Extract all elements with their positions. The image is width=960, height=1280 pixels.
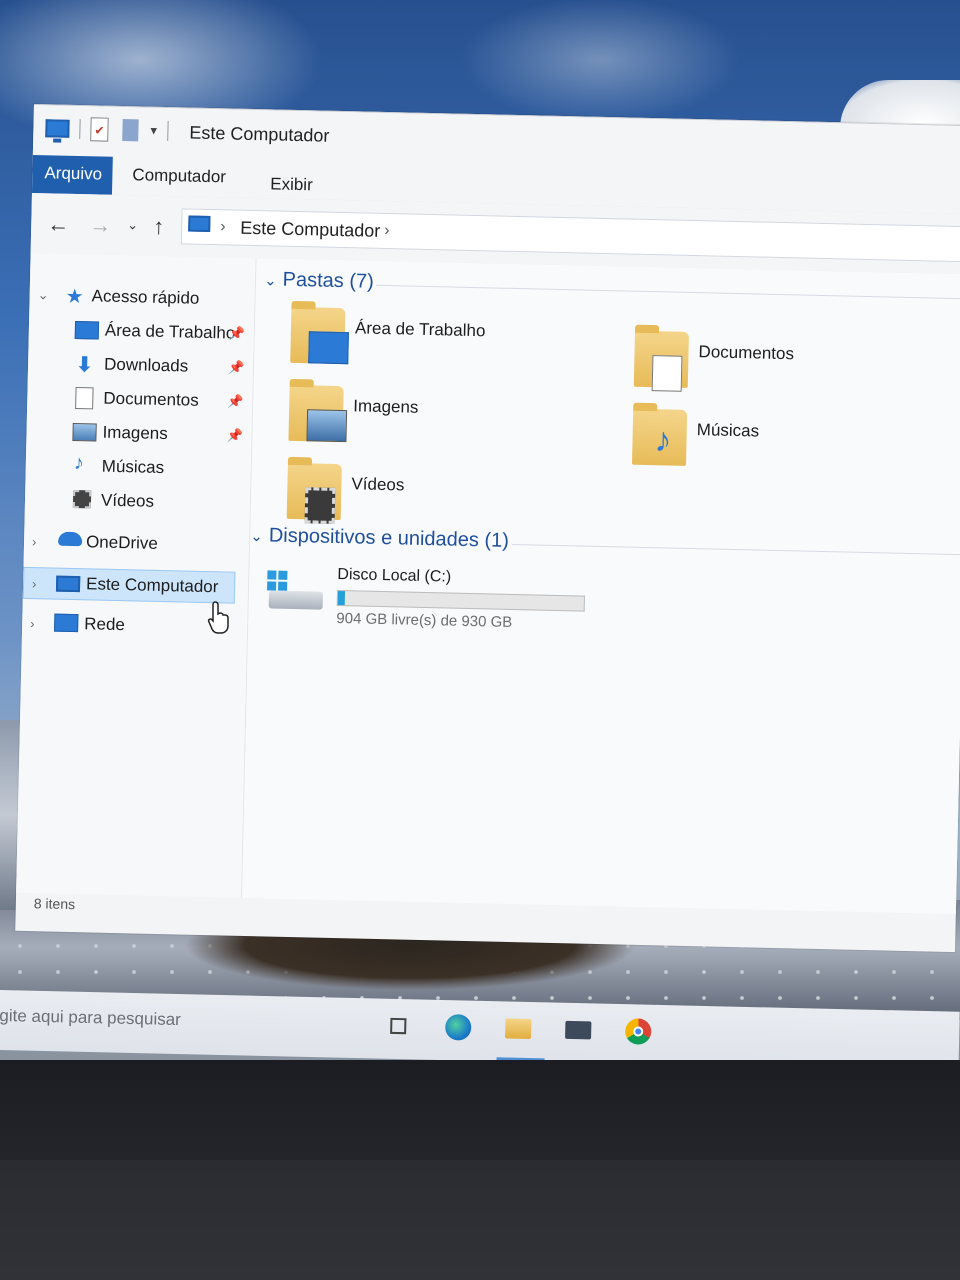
download-icon: ⬇ (75, 354, 94, 377)
back-arrow-icon[interactable]: ← (47, 211, 70, 237)
folder-name: Imagens (353, 396, 419, 417)
mail-icon[interactable] (563, 1015, 594, 1046)
tab-arquivo[interactable]: Arquivo (31, 154, 113, 195)
window-title: Este Computador (189, 122, 330, 146)
folder-area-de-trabalho[interactable]: Área de Trabalho (290, 306, 592, 384)
folder-imagens[interactable]: Imagens (288, 384, 590, 462)
drive-usage-fill (337, 591, 345, 606)
nav-videos[interactable]: Vídeos (25, 483, 251, 520)
cloud-icon (57, 531, 83, 547)
folders-group-header[interactable]: ⌄ Pastas (7) (264, 268, 374, 293)
toolbar-divider (79, 119, 81, 140)
file-explorer-window: ✔ ▾ Este Computador Arquivo Computador E… (15, 104, 960, 953)
nav-label: Acesso rápido (91, 286, 200, 308)
recent-locations-chevron-icon[interactable]: ⌄ (127, 217, 138, 233)
nav-label: OneDrive (85, 532, 159, 553)
breadcrumb-chevron-icon[interactable]: › (384, 222, 390, 240)
nav-label: Área de Trabalho (104, 320, 236, 343)
properties-icon[interactable]: ✔ (90, 117, 109, 142)
star-icon: ★ (65, 285, 84, 309)
nav-label: Músicas (101, 456, 165, 478)
computer-icon (45, 119, 70, 143)
task-view-icon[interactable] (383, 1011, 414, 1042)
edge-icon[interactable] (443, 1012, 474, 1043)
file-explorer-icon[interactable] (503, 1013, 534, 1044)
nav-label: Vídeos (100, 490, 155, 511)
status-item-count: 8 itens (33, 895, 76, 913)
music-icon: ♪ (73, 451, 85, 475)
nav-imagens[interactable]: Imagens 📌 (26, 415, 252, 452)
computer-icon (188, 215, 211, 233)
music-folder-icon: ♪ (654, 421, 672, 460)
new-folder-icon[interactable] (122, 119, 139, 142)
pin-icon[interactable]: 📌 (228, 359, 245, 375)
address-bar[interactable]: › Este Computador › (180, 208, 960, 263)
toolbar-divider (166, 121, 169, 142)
nav-area-de-trabalho[interactable]: Área de Trabalho 📌 (29, 313, 255, 350)
group-title: Pastas (7) (282, 268, 375, 293)
nav-acesso-rapido[interactable]: ⌄ ★ Acesso rápido (29, 279, 255, 316)
monitor-bezel (0, 1060, 960, 1280)
folder-musicas[interactable]: ♪ Músicas (631, 408, 934, 486)
nav-label: Documentos (103, 388, 199, 410)
network-icon (54, 613, 79, 633)
windows-logo-icon (267, 570, 288, 591)
monitor-base (0, 1160, 960, 1280)
customize-toolbar-icon[interactable]: ▾ (150, 123, 157, 139)
collapse-chevron-icon[interactable]: ⌄ (37, 287, 49, 303)
nav-label: Imagens (102, 422, 168, 444)
drive-icon (267, 570, 324, 611)
up-arrow-icon[interactable]: ↑ (153, 214, 165, 240)
nav-este-computador[interactable]: › Este Computador (22, 566, 236, 604)
quick-access-toolbar: ✔ ▾ (45, 115, 169, 144)
drive-disco-local-c[interactable]: Disco Local (C:) 904 GB livre(s) de 930 … (266, 558, 628, 646)
drive-free-space: 904 GB livre(s) de 930 GB (336, 609, 513, 631)
pin-icon[interactable]: 📌 (226, 427, 243, 443)
nav-label: Rede (84, 614, 126, 635)
breadcrumb-este-computador[interactable]: Este Computador (240, 218, 380, 242)
folder-name: Vídeos (351, 474, 405, 495)
breadcrumb-chevron-icon[interactable]: › (220, 218, 226, 236)
expand-chevron-icon[interactable]: › (30, 616, 35, 631)
folder-name: Músicas (696, 420, 760, 441)
document-icon (75, 387, 94, 410)
chrome-icon[interactable] (623, 1016, 654, 1047)
folder-documentos[interactable]: Documentos (633, 330, 935, 408)
folder-name: Área de Trabalho (354, 318, 486, 341)
devices-group-header[interactable]: ⌄ Dispositivos e unidades (1) (250, 524, 509, 553)
navigation-pane: ⌄ ★ Acesso rápido Área de Trabalho 📌 ⬇ D… (16, 252, 257, 898)
tab-computador[interactable]: Computador (120, 157, 238, 198)
pin-icon[interactable]: 📌 (229, 325, 246, 341)
pictures-folder-icon (306, 409, 348, 443)
disk-body (268, 590, 324, 610)
content-pane: ⌄ Pastas (7) Área de Trabalho Documentos… (242, 258, 960, 915)
nav-musicas[interactable]: ♪ Músicas (25, 449, 251, 486)
group-divider (375, 284, 960, 300)
pin-icon[interactable]: 📌 (227, 393, 244, 409)
picture-icon (72, 422, 97, 442)
folder-name: Documentos (698, 342, 795, 364)
nav-downloads[interactable]: ⬇ Downloads 📌 (28, 347, 254, 384)
nav-onedrive[interactable]: › OneDrive (24, 525, 250, 562)
taskbar-search-box[interactable]: gite aqui para pesquisar (0, 1006, 181, 1030)
computer-icon (55, 575, 81, 593)
nav-documentos[interactable]: Documentos 📌 (27, 381, 253, 418)
forward-arrow-icon[interactable]: → (89, 212, 112, 238)
nav-label: Este Computador (85, 574, 219, 597)
video-icon (72, 489, 92, 509)
hand-cursor-icon (207, 601, 229, 634)
drive-usage-bar (336, 590, 585, 612)
group-divider (512, 543, 960, 556)
desktop-folder-icon (308, 331, 349, 365)
collapse-chevron-icon[interactable]: ⌄ (250, 527, 263, 545)
desktop-icon (74, 320, 100, 340)
group-title: Dispositivos e unidades (1) (268, 524, 510, 552)
documents-folder-icon (651, 355, 683, 392)
nav-label: Downloads (103, 354, 189, 376)
expand-chevron-icon[interactable]: › (32, 534, 37, 549)
drive-name: Disco Local (C:) (337, 566, 452, 586)
videos-folder-icon (304, 487, 336, 524)
expand-chevron-icon[interactable]: › (32, 576, 37, 591)
collapse-chevron-icon[interactable]: ⌄ (264, 271, 277, 289)
